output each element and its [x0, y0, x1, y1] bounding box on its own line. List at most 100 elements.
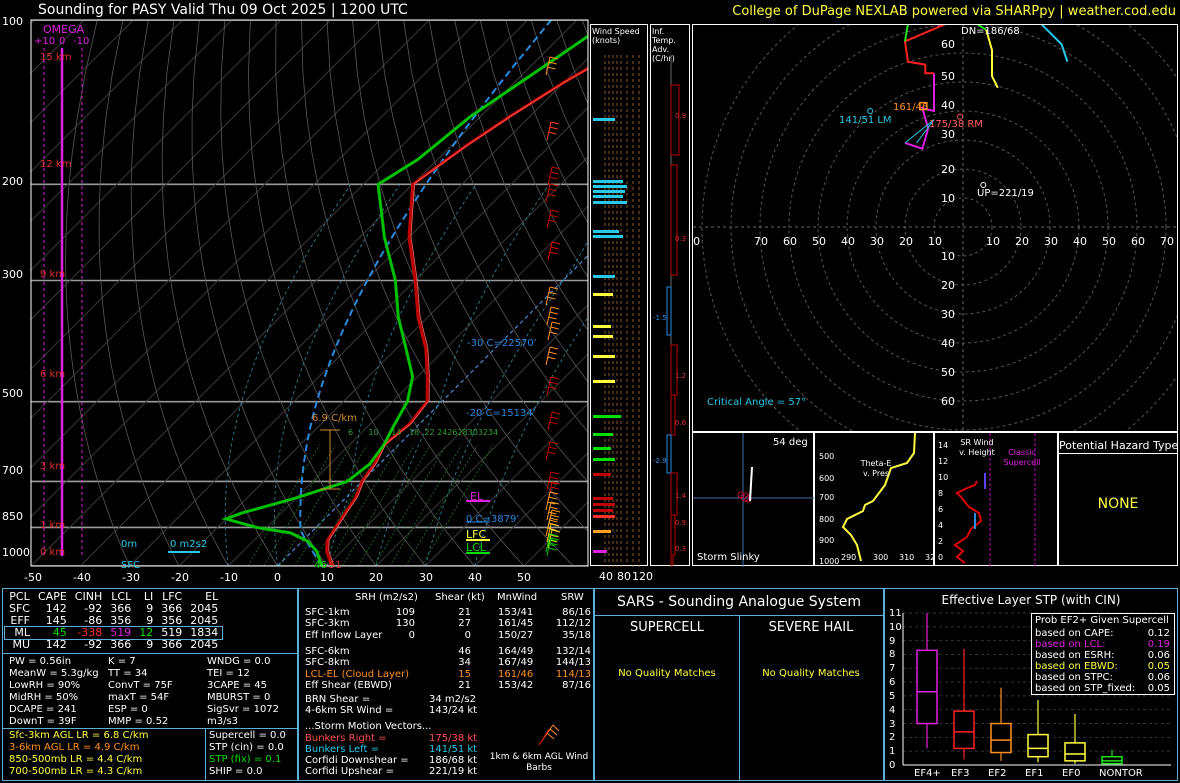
- mixing-ratio-line: [373, 444, 447, 566]
- sars-sup-result: No Quality Matches: [618, 668, 716, 679]
- kinematics-panel: SRH (m2/s2) Shear (kt) MnWind SRW BRN Sh…: [298, 588, 594, 781]
- wind-barb-flag: [550, 376, 560, 380]
- tempadv-panel: Inf. Temp. Adv. (C/hr) 0.9 0.3 -1.5 1.2 0.6-…: [650, 24, 690, 567]
- wind-barb: [546, 121, 552, 141]
- wind-barb-flag: [549, 286, 559, 290]
- tempadv-value: 1.4: [675, 492, 687, 500]
- prob-value: 0.12: [1147, 628, 1170, 639]
- stp-category: EF4+: [914, 768, 941, 779]
- mix-ratio-label: 14: [391, 428, 402, 437]
- index-value: TEI = 12: [207, 668, 250, 679]
- indices-panel: PCL CAPE CINH LCL LI LFC EL SFC 142 -92 366…: [2, 588, 298, 781]
- hodo-y-tick: 40: [941, 99, 955, 113]
- hodo-y-tick: 10: [941, 192, 955, 205]
- stp-category: EF2: [988, 768, 1007, 779]
- height-label-12km: 12 km: [40, 159, 72, 170]
- wind-barb-flag: [549, 381, 558, 385]
- lapse-annotation: 6.9 C/km: [312, 413, 357, 424]
- sfc-temp-label: 46: [314, 560, 327, 571]
- index-value: LowRH = 90%: [9, 680, 81, 691]
- temp-tick: 0: [274, 571, 281, 584]
- index-value: PW = 0.56in: [9, 656, 72, 667]
- srwind-panel: SR Wind v. Height Classic Supercell 14 12…: [934, 432, 1058, 567]
- wind-barb-flag: [549, 476, 558, 480]
- hodo-x-tick: 30: [870, 235, 884, 248]
- wind-barb-flag: [549, 491, 559, 495]
- srwind-y-tick: 14: [938, 441, 949, 450]
- wind-barb-flag: [549, 519, 558, 523]
- height-label-1km: 1 km: [40, 520, 66, 531]
- stp-category: EF0: [1062, 768, 1081, 779]
- index-value: MidRH = 50%: [9, 692, 79, 703]
- prob-label: based on CAPE:: [1035, 628, 1114, 639]
- lapse-rate: 3-6km AGL LR = 4.9 C/km: [9, 742, 140, 753]
- kin-header: SRW: [561, 592, 584, 603]
- stp-y-tick: 0: [889, 760, 896, 771]
- windspeed-tick-120: 120: [632, 570, 653, 583]
- index-value: WNDG = 0.0: [207, 656, 271, 667]
- windspeed-bar: [593, 335, 613, 338]
- mixing-ratio-line: [389, 444, 463, 566]
- stp-y-tick: 3: [889, 718, 896, 730]
- omega-tick-pos: +10: [34, 36, 56, 47]
- hazard-title: Potential Hazard Type: [1059, 439, 1179, 452]
- srwind-y-tick: 6: [938, 505, 944, 514]
- lapse-rates: Sfc-3km AGL LR = 6.8 C/km 3-6km AGL LR =…: [9, 730, 148, 778]
- hodograph-panel: DN=186/68 161/46 141/51 LM 175/38 RM UP=…: [692, 24, 1178, 432]
- temp-tick: -40: [73, 571, 91, 584]
- zero-srh-label: 0 m2s2: [170, 539, 208, 550]
- pressure-tick-700: 700: [2, 464, 23, 477]
- srwind-y-tick: 10: [938, 473, 949, 482]
- storm-slinky-panel: 54 deg Storm Slinky: [692, 432, 815, 567]
- prob-row: based on ESRH: 0.06: [1032, 650, 1174, 661]
- wind-barb-flag: [549, 311, 558, 315]
- hodo-x-tick: 20: [1015, 235, 1029, 248]
- wind-barb-flag: [548, 351, 557, 355]
- lapse-rate: Sfc-3km AGL LR = 6.8 C/km: [9, 730, 149, 741]
- wind-barb-flag: [550, 471, 560, 475]
- stp-y-tick: 7: [889, 663, 896, 675]
- kin-srh: 0: [408, 630, 415, 641]
- stp-y-tick: 1: [889, 746, 896, 758]
- tempadv-value: 0.3: [675, 545, 687, 553]
- thetae-y-tick: 700: [819, 493, 835, 502]
- kin-row-label: Eff Shear (EBWD): [305, 680, 392, 691]
- srwind-y-tick: 2: [938, 537, 944, 546]
- prob-label: based on STP_fixed:: [1035, 683, 1136, 694]
- windspeed-bar: [593, 473, 611, 476]
- mini-barbs: [538, 724, 559, 746]
- parcel-cell: MU: [12, 638, 30, 651]
- windspeed-bar: [593, 509, 613, 512]
- prob-label: based on LCL:: [1035, 639, 1106, 650]
- kin-mnwind: 150/27: [498, 630, 534, 641]
- windspeed-tick-40: 40: [599, 570, 613, 583]
- composite-value: STP (cin) = 0.0: [209, 742, 284, 753]
- slinky-chart: [693, 433, 815, 567]
- index-value: TT = 34: [108, 668, 148, 679]
- wind-barb: [545, 346, 551, 366]
- wind-barb-flag: [549, 251, 558, 255]
- isotherm: [31, 20, 430, 419]
- indices-col1: PW = 0.56in MeanW = 5.3g/kg LowRH = 90% …: [9, 656, 99, 728]
- dry-adiabat: [130, 20, 229, 566]
- thetae-title: Theta-E v. Pres: [860, 459, 892, 478]
- mix-ratio-label: 10: [368, 428, 379, 437]
- hodo-x-tick: 30: [1044, 235, 1058, 248]
- sars-hail-result: No Quality Matches: [762, 668, 860, 679]
- tempadv-bar: [670, 554, 674, 566]
- hodo-y-tick: 60: [941, 38, 955, 52]
- wind-barb-flag: [548, 61, 557, 65]
- stp-y-tick: 5: [889, 690, 896, 702]
- isotherm: [31, 20, 282, 271]
- prob-box: Prob EF2+ Given Supercell based on CAPE:…: [1031, 613, 1175, 695]
- zero-m-label: 0m: [121, 539, 138, 550]
- indices-col2: K = 7 TT = 34 ConvT = 75F maxT = 54F ESP…: [108, 656, 173, 728]
- pressure-tick-200: 200: [2, 175, 23, 188]
- windspeed-bar: [593, 275, 615, 278]
- tempadv-value: 0.6: [675, 419, 687, 427]
- thetae-panel: Theta-E v. Pres 290 300 310 32 500 600 700…: [814, 432, 935, 566]
- height-label-0km: 0 km: [40, 547, 66, 558]
- sars-supercell: SUPERCELL: [630, 620, 704, 635]
- hodo-x-tick: 0: [693, 235, 701, 248]
- prob-value: 0.05: [1147, 683, 1170, 694]
